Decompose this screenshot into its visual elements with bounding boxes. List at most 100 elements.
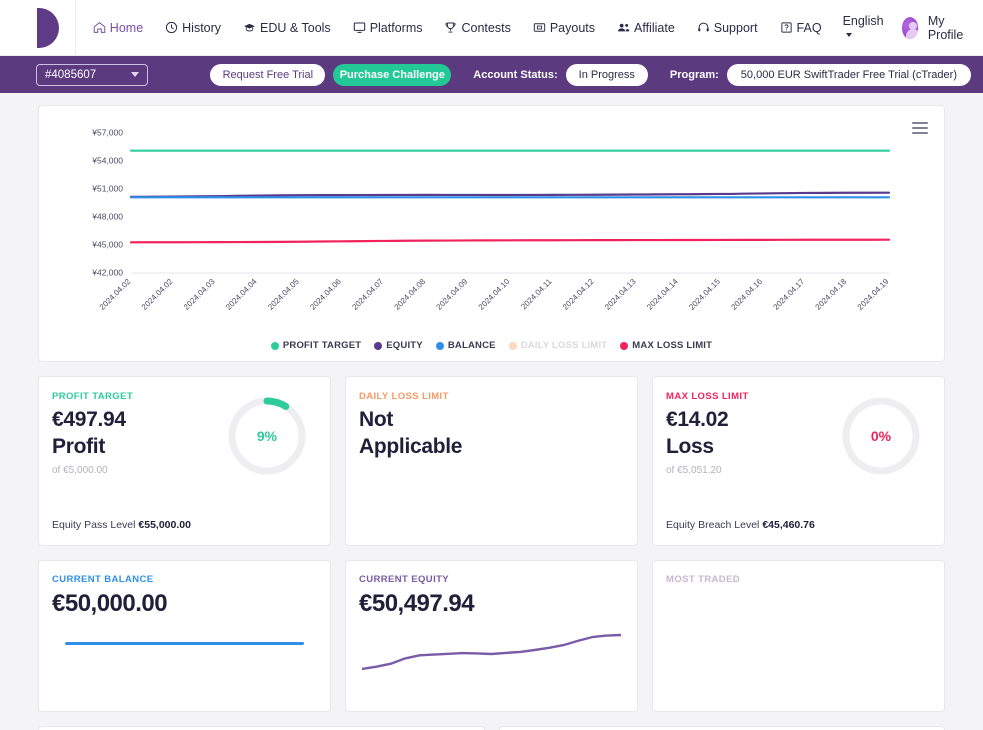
gauge-percent-label: 0% xyxy=(870,428,892,444)
performance-chart-card: ¥42,000 ¥45,000 ¥48,000 ¥51,000 ¥54,000 ¥57,0… xyxy=(38,105,945,362)
svg-text:2024.04.12: 2024.04.12 xyxy=(561,277,596,312)
svg-text:2024.04.19: 2024.04.19 xyxy=(856,277,891,312)
progress-gauge: 9% xyxy=(226,395,308,477)
sparkline-svg xyxy=(362,627,621,675)
program-label: Program: xyxy=(669,68,719,81)
svg-text:2024.04.04: 2024.04.04 xyxy=(224,277,259,312)
svg-text:¥51,000: ¥51,000 xyxy=(91,184,123,194)
nav-label-faq: FAQ xyxy=(796,20,822,35)
nav-label-edu-tools: EDU & Tools xyxy=(260,20,331,35)
legend-label: PROFIT TARGET xyxy=(282,340,362,351)
faq-icon xyxy=(780,21,793,34)
equity-sparkline xyxy=(362,627,621,675)
monitor-icon xyxy=(353,21,366,34)
legend-item-daily-loss-limit[interactable]: DAILY LOSS LIMIT xyxy=(508,340,608,351)
chart-canvas: ¥42,000 ¥45,000 ¥48,000 ¥51,000 ¥54,000 ¥57,0… xyxy=(39,106,944,361)
nav-item-edu-tools[interactable]: EDU & Tools xyxy=(232,0,342,56)
stat-title: MOST TRADED xyxy=(666,574,741,585)
trophy-icon xyxy=(444,21,457,34)
nav-label-contests: Contests xyxy=(461,20,511,35)
nav-item-history[interactable]: History xyxy=(154,0,232,56)
stat-title: CURRENT BALANCE xyxy=(52,574,154,585)
language-label: English xyxy=(842,13,884,28)
svg-text:¥45,000: ¥45,000 xyxy=(91,240,123,250)
svg-text:2024.04.03: 2024.04.03 xyxy=(182,277,217,312)
svg-text:¥54,000: ¥54,000 xyxy=(91,156,123,166)
metric-card-max-loss-limit: MAX LOSS LIMIT €14.02 Loss of €5,051.20 … xyxy=(652,376,945,546)
balance-flat-line xyxy=(65,642,304,645)
money-icon xyxy=(533,21,546,34)
metric-footer: Equity Breach Level €45,460.76 xyxy=(666,519,815,531)
metric-footer-label: Equity Pass Level xyxy=(52,519,139,531)
svg-text:2024.04.10: 2024.04.10 xyxy=(477,277,512,312)
legend-item-max-loss-limit[interactable]: MAX LOSS LIMIT xyxy=(620,340,712,351)
top-navigation-bar: Home History EDU & Tools Platforms Conte xyxy=(0,0,983,56)
metric-footer-value: €45,460.76 xyxy=(762,519,815,531)
brand-logo[interactable] xyxy=(0,0,76,56)
request-free-trial-button[interactable]: Request Free Trial xyxy=(210,63,326,86)
language-selector[interactable]: English xyxy=(833,14,894,42)
stat-card-most-traded: MOST TRADED xyxy=(652,560,945,712)
nav-label-platforms: Platforms xyxy=(369,20,423,35)
nav-right-section: English My Profile xyxy=(833,14,983,42)
account-selector-dropdown[interactable]: #4085607 xyxy=(36,63,149,86)
metric-value: Not xyxy=(359,408,394,431)
nav-item-platforms[interactable]: Platforms xyxy=(342,0,434,56)
stat-cards-row: CURRENT BALANCE €50,000.00 CURRENT EQUIT… xyxy=(38,560,945,712)
nav-item-payouts[interactable]: Payouts xyxy=(522,0,606,56)
logo-icon xyxy=(37,7,60,48)
metric-card-daily-loss-limit: DAILY LOSS LIMIT Not Applicable xyxy=(345,376,638,546)
nav-item-affiliate[interactable]: Affiliate xyxy=(606,0,686,56)
progress-gauge: 0% xyxy=(840,395,922,477)
stat-value: €50,497.94 xyxy=(359,590,475,617)
avatar[interactable] xyxy=(901,16,918,39)
gauge-percent-label: 9% xyxy=(256,428,278,444)
metric-word: Applicable xyxy=(359,435,463,458)
svg-text:2024.04.16: 2024.04.16 xyxy=(729,277,764,312)
svg-text:2024.04.17: 2024.04.17 xyxy=(772,277,807,312)
peek-card xyxy=(498,726,945,730)
svg-text:2024.04.02: 2024.04.02 xyxy=(140,277,175,312)
nav-item-faq[interactable]: FAQ xyxy=(769,0,833,56)
metric-footer-value: €55,000.00 xyxy=(138,519,191,531)
nav-label-affiliate: Affiliate xyxy=(634,20,675,35)
nav-item-contests[interactable]: Contests xyxy=(433,0,521,56)
account-id-value: #4085607 xyxy=(45,68,97,81)
my-profile-link[interactable]: My Profile xyxy=(928,14,969,42)
nav-label-history: History xyxy=(182,20,222,35)
next-section-row xyxy=(38,726,945,730)
legend-item-balance[interactable]: BALANCE xyxy=(435,340,496,351)
stat-card-current-equity: CURRENT EQUITY €50,497.94 xyxy=(345,560,638,712)
metric-footer: Equity Pass Level €55,000.00 xyxy=(52,519,191,531)
chart-svg: ¥42,000 ¥45,000 ¥48,000 ¥51,000 ¥54,000 ¥57,0… xyxy=(91,128,891,312)
metric-title: DAILY LOSS LIMIT xyxy=(359,391,449,402)
account-status-badge: In Progress xyxy=(565,63,648,86)
legend-dot xyxy=(374,341,383,350)
svg-text:2024.04.09: 2024.04.09 xyxy=(435,277,470,312)
svg-text:¥42,000: ¥42,000 xyxy=(91,268,123,278)
account-status-label: Account Status: xyxy=(473,68,558,81)
nav-item-support[interactable]: Support xyxy=(686,0,769,56)
nav-item-home[interactable]: Home xyxy=(82,0,154,56)
legend-dot xyxy=(270,341,279,350)
stat-title: CURRENT EQUITY xyxy=(359,574,450,585)
stat-card-current-balance: CURRENT BALANCE €50,000.00 xyxy=(38,560,331,712)
purchase-challenge-button[interactable]: Purchase Challenge xyxy=(333,63,452,86)
headset-icon xyxy=(697,21,710,34)
svg-text:2024.04.02: 2024.04.02 xyxy=(98,277,133,312)
chevron-down-icon xyxy=(131,72,140,77)
legend-item-profit-target[interactable]: PROFIT TARGET xyxy=(270,340,362,351)
svg-text:2024.04.06: 2024.04.06 xyxy=(308,277,343,312)
nav-label-payouts: Payouts xyxy=(549,20,595,35)
svg-text:¥57,000: ¥57,000 xyxy=(91,128,123,138)
legend-item-equity[interactable]: EQUITY xyxy=(374,340,423,351)
metric-footer-label: Equity Breach Level xyxy=(666,519,763,531)
program-badge: 50,000 EUR SwiftTrader Free Trial (cTrad… xyxy=(726,63,971,86)
clock-icon xyxy=(165,21,178,34)
legend-dot xyxy=(508,341,517,350)
svg-text:2024.04.11: 2024.04.11 xyxy=(519,277,554,312)
people-icon xyxy=(617,21,630,34)
legend-label: EQUITY xyxy=(386,340,423,351)
dashboard-content: ¥42,000 ¥45,000 ¥48,000 ¥51,000 ¥54,000 ¥57,0… xyxy=(0,93,983,730)
legend-label: BALANCE xyxy=(447,340,496,351)
